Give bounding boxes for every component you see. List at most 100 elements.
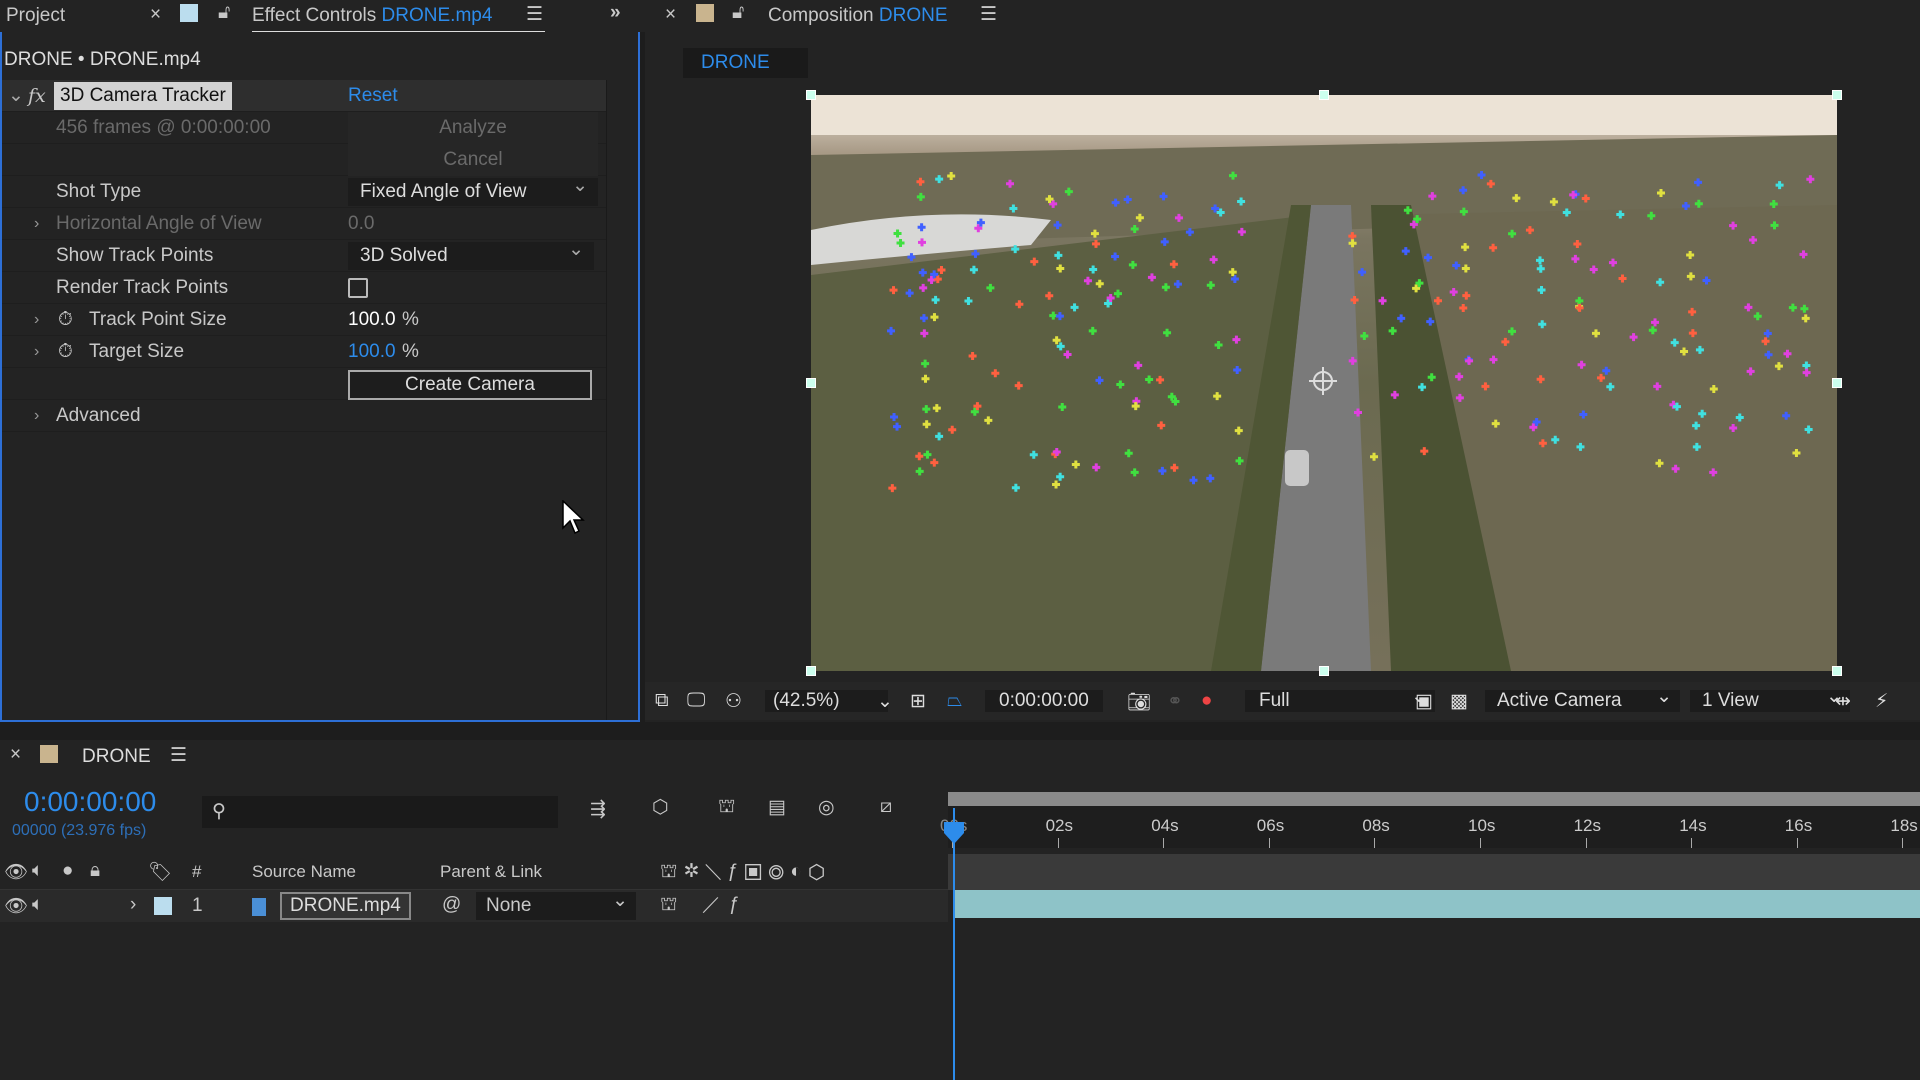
menu-icon[interactable]: ☰	[170, 744, 187, 767]
column-number: #	[192, 862, 202, 881]
views-value: 1 View	[1702, 690, 1759, 711]
target-size-value[interactable]: 100.0	[348, 336, 396, 368]
views-dropdown[interactable]: 1 View ⌄	[1690, 686, 1850, 712]
overflow-chevron-icon[interactable]: »	[610, 2, 621, 24]
audio-icon[interactable]: 🔈︎	[32, 860, 43, 882]
effect-name[interactable]: 3D Camera Tracker	[54, 82, 232, 110]
layer-name[interactable]: DRONE.mp4	[280, 892, 411, 920]
column-parent-link[interactable]: Parent & Link	[440, 862, 542, 882]
fast-previews-icon[interactable]: ⚡︎	[1875, 690, 1888, 713]
close-icon[interactable]: ×	[150, 4, 161, 26]
show-track-points-dropdown[interactable]: 3D Solved	[348, 236, 594, 270]
parent-value: None	[486, 895, 532, 916]
layer-duration-bar[interactable]	[954, 890, 1920, 918]
track-point[interactable]	[1358, 268, 1367, 277]
monitor-icon[interactable]: 🖵︎	[687, 690, 705, 712]
fx-icon[interactable]: fx	[28, 80, 46, 112]
time-ruler[interactable]	[948, 806, 1920, 848]
hav-value: 0.0	[348, 213, 375, 234]
camera-snapshot-icon[interactable]: 📷︎	[1127, 690, 1151, 714]
comp-viewer-tab[interactable]: DRONE	[683, 48, 808, 78]
reset-exposure-icon[interactable]: ⇹	[1835, 690, 1851, 713]
eye-icon[interactable]: 👁︎	[4, 894, 28, 918]
cancel-button[interactable]: Cancel	[348, 144, 598, 176]
menu-icon[interactable]: ☰	[980, 3, 997, 26]
expand-icon[interactable]: ›	[34, 336, 39, 368]
transform-handle[interactable]	[806, 90, 816, 100]
current-time[interactable]: 0:00:00:00	[24, 786, 156, 818]
ruler-tick	[1691, 838, 1693, 848]
shy-layers-icon[interactable]: ⛫	[718, 796, 735, 820]
parent-dropdown[interactable]: None ⌄	[476, 890, 636, 920]
zoom-dropdown[interactable]: (42.5%)	[765, 690, 888, 712]
stopwatch-icon[interactable]: ⏱︎	[58, 336, 73, 368]
create-camera-row: Create Camera	[2, 368, 606, 400]
timeline-tab[interactable]: DRONE	[82, 746, 151, 768]
grid-icon[interactable]: ⊞	[910, 690, 926, 713]
expand-icon[interactable]: ›	[130, 894, 136, 916]
channel-icon[interactable]: ●	[1201, 690, 1212, 712]
fast-preview-icon[interactable]: ▣	[1415, 690, 1433, 713]
viewer-timecode[interactable]: 0:00:00:00	[985, 690, 1103, 712]
transform-handle[interactable]	[1319, 90, 1329, 100]
motion-blur-icon[interactable]: ◎	[818, 796, 835, 819]
solo-icon[interactable]: ●	[62, 860, 73, 882]
preview-icon[interactable]: ⧉	[655, 690, 669, 712]
track-point[interactable]	[1370, 452, 1379, 461]
frames-row: 456 frames @ 0:00:00:00 Analyze	[2, 112, 606, 144]
close-icon[interactable]: ×	[10, 744, 21, 766]
label-tag-icon[interactable]: 🏷︎	[148, 860, 172, 884]
frame-info: 00000 (23.976 fps)	[12, 822, 147, 839]
graph-editor-icon[interactable]: ⧄	[880, 796, 892, 818]
audio-icon[interactable]: 🔈︎	[32, 894, 43, 916]
region-of-interest-icon[interactable]: ⏢	[947, 690, 962, 712]
transform-handle[interactable]	[1832, 378, 1842, 388]
work-area-bar[interactable]	[948, 792, 1920, 806]
lock-icon[interactable]: 🔓︎	[732, 2, 744, 24]
shot-type-dropdown[interactable]: Fixed Angle of View	[348, 172, 598, 206]
layer-switches[interactable]: ⛫ ⟋ƒ	[660, 894, 750, 918]
timeline-panel: × DRONE ☰ 0:00:00:00 00000 (23.976 fps) …	[0, 740, 1920, 1080]
composition-viewer[interactable]	[811, 95, 1837, 671]
advanced-label[interactable]: Advanced	[56, 400, 141, 432]
search-input[interactable]: ⚲	[202, 796, 558, 828]
playhead[interactable]	[953, 808, 955, 1080]
ruler-tick	[1796, 838, 1798, 848]
expand-icon[interactable]: ›	[34, 304, 39, 336]
resolution-dropdown[interactable]: Full ⌄	[1245, 686, 1435, 712]
column-source-name[interactable]: Source Name	[252, 862, 356, 882]
show-snapshot-icon[interactable]: ⚭	[1167, 690, 1183, 713]
transform-handle[interactable]	[806, 378, 816, 388]
eye-icon[interactable]: 👁︎	[4, 860, 28, 884]
layer-row[interactable]: 👁︎ 🔈︎ › 1 DRONE.mp4 @ None ⌄ ⛫ ⟋ƒ	[0, 890, 948, 922]
transform-handle[interactable]	[1319, 666, 1329, 676]
collapse-icon[interactable]: ⌄	[8, 80, 24, 112]
frame-blending-icon[interactable]: ▤	[768, 796, 786, 819]
reset-link[interactable]: Reset	[348, 80, 398, 112]
draft-3d-icon[interactable]: ⬡	[652, 796, 669, 819]
analyze-button[interactable]: Analyze	[348, 112, 598, 144]
mask-icon[interactable]: ⚇	[725, 690, 742, 713]
track-point-size-value[interactable]: 100.0	[348, 304, 396, 336]
create-camera-button[interactable]: Create Camera	[348, 370, 592, 400]
render-track-points-checkbox[interactable]	[348, 278, 368, 298]
composition-mini-flowchart-icon[interactable]: ⇶	[590, 798, 606, 821]
transform-handle[interactable]	[806, 666, 816, 676]
camera-dropdown[interactable]: Active Camera ⌄	[1485, 686, 1680, 712]
track-point[interactable]	[1360, 332, 1369, 341]
transparency-grid-icon[interactable]: ▩	[1450, 690, 1468, 713]
transform-handle[interactable]	[1832, 90, 1842, 100]
lock-icon[interactable]: 🔒︎	[90, 860, 100, 882]
transform-handle[interactable]	[1832, 666, 1842, 676]
menu-icon[interactable]: ☰	[526, 3, 543, 26]
expand-icon[interactable]: ›	[34, 208, 39, 240]
lock-icon[interactable]: 🔓︎	[218, 2, 230, 24]
label-color-swatch[interactable]	[154, 897, 172, 915]
tab-composition[interactable]: Composition DRONE	[768, 5, 948, 27]
close-icon[interactable]: ×	[665, 4, 676, 26]
tab-effect-controls[interactable]: Effect Controls DRONE.mp4	[252, 5, 545, 33]
tab-project[interactable]: Project	[6, 5, 65, 27]
stopwatch-icon[interactable]: ⏱︎	[58, 304, 73, 336]
pickwhip-icon[interactable]: @	[442, 894, 461, 916]
expand-icon[interactable]: ›	[34, 400, 39, 432]
